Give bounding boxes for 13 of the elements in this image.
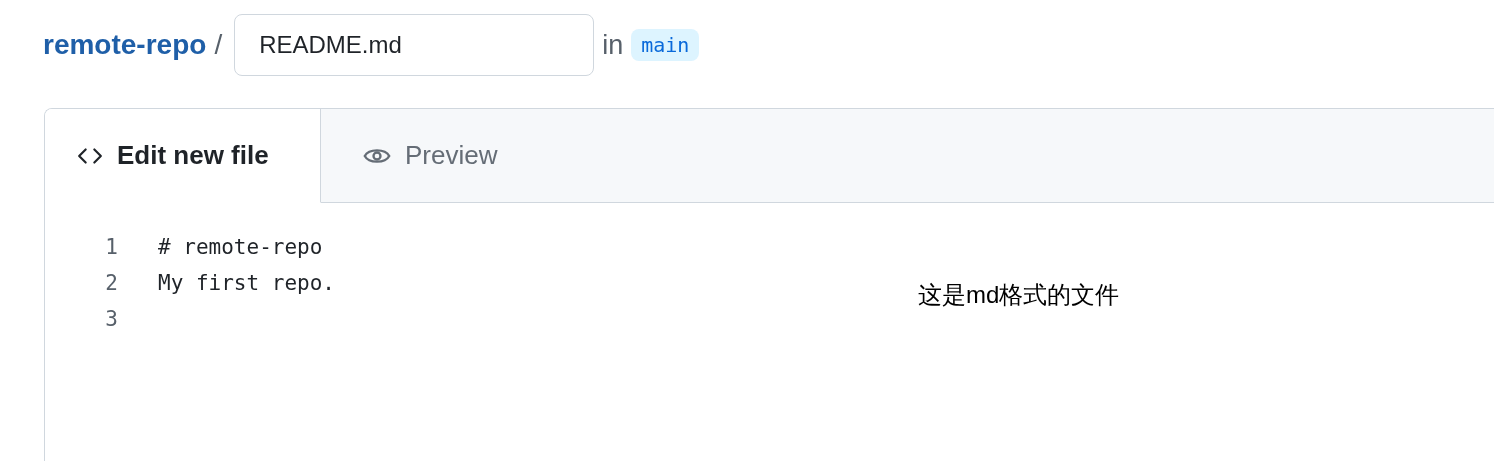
annotation-text: 这是md格式的文件 xyxy=(918,280,1120,310)
path-separator: / xyxy=(214,29,223,61)
line-number: 1 xyxy=(104,235,118,259)
code-line: # remote-repo xyxy=(158,235,323,259)
branch-badge[interactable]: main xyxy=(631,29,700,61)
repo-link[interactable]: remote-repo xyxy=(43,29,207,61)
line-number: 2 xyxy=(104,271,118,295)
in-label: in xyxy=(602,29,624,61)
tab[interactable]: Edit new file xyxy=(45,109,321,203)
filename-field[interactable]: README.md xyxy=(234,14,595,76)
tab[interactable]: Preview xyxy=(321,109,530,203)
code-line: My first repo. xyxy=(158,271,335,295)
line-number: 3 xyxy=(104,307,118,331)
